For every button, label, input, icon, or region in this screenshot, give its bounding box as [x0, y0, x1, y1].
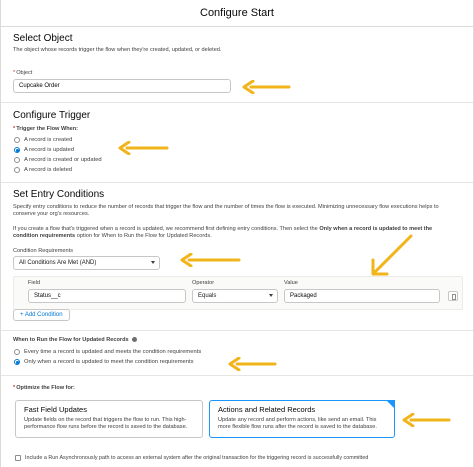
radio-selected-icon[interactable]	[14, 147, 20, 153]
arrow-left-icon	[402, 413, 451, 427]
selected-check-icon	[386, 400, 395, 409]
add-condition-button[interactable]: + Add Condition	[13, 309, 70, 321]
select-object-title: Select Object	[13, 33, 73, 44]
radio-icon[interactable]	[14, 157, 20, 163]
object-label: *Object	[13, 70, 33, 76]
trigger-option-created-or-updated[interactable]: A record is created or updated	[14, 157, 102, 163]
arrow-left-icon	[242, 80, 291, 94]
select-object-help: The object whose records trigger the flo…	[13, 47, 222, 53]
entry-conditions-title: Set Entry Conditions	[13, 189, 105, 200]
arrow-down-left-icon	[371, 234, 413, 276]
chevron-down-icon	[269, 294, 273, 297]
run-flow-title: When to Run the Flow for Updated Records	[13, 337, 137, 343]
trigger-option-updated[interactable]: A record is updated	[14, 147, 74, 153]
delete-condition-icon[interactable]	[448, 291, 458, 301]
divider	[1, 375, 473, 376]
radio-icon[interactable]	[14, 137, 20, 143]
configure-trigger-title: Configure Trigger	[13, 110, 91, 121]
arrow-left-icon	[118, 141, 169, 155]
card-title: Actions and Related Records	[218, 405, 316, 414]
divider	[1, 182, 473, 183]
operator-label: Operator	[192, 280, 215, 286]
radio-icon[interactable]	[14, 349, 20, 355]
arrow-left-icon	[228, 357, 277, 371]
object-input[interactable]: Cupcake Order	[13, 79, 231, 93]
value-input[interactable]: Packaged	[284, 289, 440, 303]
condition-requirements-select[interactable]: All Conditions Are Met (AND)	[13, 256, 160, 270]
async-label: Include a Run Asynchronously path to acc…	[25, 455, 369, 461]
card-description: Update any record and perform actions, l…	[218, 417, 377, 430]
radio-icon[interactable]	[14, 167, 20, 173]
radio-selected-icon[interactable]	[14, 359, 20, 365]
field-label: Field	[28, 280, 41, 286]
card-description: Update fields on the record that trigger…	[24, 417, 188, 430]
condition-requirements-label: Condition Requirements	[13, 248, 74, 254]
trigger-option-created[interactable]: A record is created	[14, 137, 72, 143]
info-icon[interactable]	[131, 337, 137, 343]
card-title: Fast Field Updates	[24, 405, 87, 414]
async-checkbox[interactable]	[15, 455, 21, 461]
chevron-down-icon	[151, 261, 155, 264]
entry-conditions-help: Specify entry conditions to reduce the n…	[13, 204, 439, 217]
divider	[1, 330, 473, 331]
fast-field-updates-card[interactable]: Fast Field Updates Update fields on the …	[15, 400, 203, 438]
value-label: Value	[284, 280, 298, 286]
configure-start-modal: Configure Start Select Object The object…	[0, 0, 474, 467]
field-input[interactable]: Status__c	[28, 289, 186, 303]
optimize-label: *Optimize the Flow for:	[13, 385, 75, 391]
operator-select[interactable]: Equals	[192, 289, 278, 303]
trigger-option-deleted[interactable]: A record is deleted	[14, 167, 72, 173]
actions-related-records-card[interactable]: Actions and Related Records Update any r…	[209, 400, 395, 438]
divider	[1, 102, 473, 103]
modal-header: Configure Start	[1, 0, 473, 27]
modal-title: Configure Start	[200, 7, 274, 19]
condition-row: Field Status__c Operator Equals Value Pa…	[13, 276, 463, 310]
run-option-every-time[interactable]: Every time a record is updated and meets…	[14, 349, 201, 355]
run-option-only-when[interactable]: Only when a record is updated to meet th…	[14, 359, 194, 365]
arrow-left-icon	[180, 253, 241, 267]
trigger-label: *Trigger the Flow When:	[13, 126, 79, 132]
